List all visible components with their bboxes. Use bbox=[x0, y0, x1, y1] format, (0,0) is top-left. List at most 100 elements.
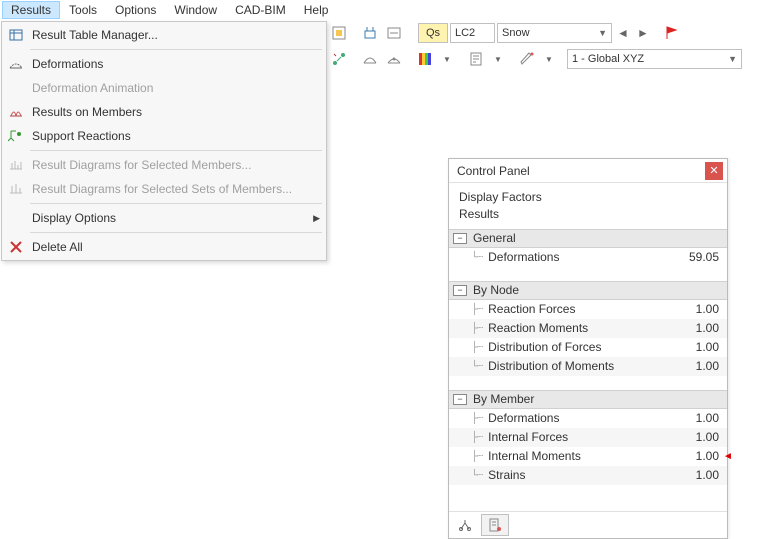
group-header-by-member[interactable]: − By Member bbox=[449, 390, 727, 409]
toolbar-icon-a[interactable] bbox=[328, 22, 350, 44]
row-label: Strains bbox=[486, 468, 671, 482]
toolbar2-dd-1[interactable]: ▼ bbox=[438, 50, 456, 68]
footer-tab-scale[interactable] bbox=[451, 514, 479, 536]
chevron-down-icon: ▼ bbox=[598, 28, 607, 38]
collapse-icon[interactable]: − bbox=[453, 394, 467, 405]
menu-item-label: Deformation Animation bbox=[32, 81, 153, 95]
marker-icon: ◄ bbox=[723, 451, 733, 461]
control-panel: Control Panel ✕ Display Factors Results … bbox=[448, 158, 728, 539]
row-label: Deformations bbox=[486, 250, 671, 264]
chevron-down-icon: ▼ bbox=[728, 54, 737, 64]
footer-tab-filter[interactable] bbox=[481, 514, 509, 536]
row-internal-forces[interactable]: ├┈ Internal Forces 1.00 bbox=[449, 428, 727, 447]
tree-icon: └┈ bbox=[471, 361, 482, 372]
toolbar2-icon-c[interactable] bbox=[383, 48, 405, 70]
panel-subtitle: Display Factors Results bbox=[449, 183, 727, 229]
loadcase-combo[interactable]: LC2 bbox=[450, 23, 495, 43]
menu-item-result-table-manager[interactable]: Result Table Manager... bbox=[2, 23, 326, 47]
row-label: Internal Forces bbox=[486, 430, 671, 444]
menu-separator bbox=[30, 49, 322, 50]
menu-results[interactable]: Results bbox=[2, 1, 60, 19]
panel-sub-line2: Results bbox=[459, 206, 717, 223]
row-value[interactable]: 1.00 bbox=[671, 340, 727, 354]
coord-system-combo[interactable]: 1 - Global XYZ ▼ bbox=[567, 49, 742, 69]
row-value[interactable]: 59.05 bbox=[671, 250, 727, 264]
toolbar2-pen-icon[interactable] bbox=[516, 48, 538, 70]
nav-prev-button[interactable]: ◄ bbox=[614, 24, 632, 42]
group-header-general[interactable]: − General bbox=[449, 229, 727, 248]
collapse-icon[interactable]: − bbox=[453, 233, 467, 244]
close-button[interactable]: ✕ bbox=[705, 162, 723, 180]
tree-icon: └┈ bbox=[471, 470, 482, 481]
deformations-icon bbox=[7, 55, 25, 73]
tree-icon: └┈ bbox=[471, 252, 482, 263]
menu-item-display-options[interactable]: Display Options ▶ bbox=[2, 206, 326, 230]
toolbar2-dd-3[interactable]: ▼ bbox=[540, 50, 558, 68]
row-reaction-moments[interactable]: ├┈ Reaction Moments 1.00 bbox=[449, 319, 727, 338]
toolbar-icon-c[interactable] bbox=[383, 22, 405, 44]
collapse-icon[interactable]: − bbox=[453, 285, 467, 296]
row-dist-forces[interactable]: ├┈ Distribution of Forces 1.00 bbox=[449, 338, 727, 357]
menu-item-delete-all[interactable]: Delete All bbox=[2, 235, 326, 259]
support-reactions-icon bbox=[7, 127, 25, 145]
row-label: Reaction Forces bbox=[486, 302, 671, 316]
row-value[interactable]: 1.00 bbox=[671, 430, 727, 444]
menu-help[interactable]: Help bbox=[295, 1, 338, 19]
tree-icon: ├┈ bbox=[471, 304, 482, 315]
table-manager-icon bbox=[7, 26, 25, 44]
row-value[interactable]: 1.00 bbox=[671, 468, 727, 482]
row-strains[interactable]: └┈ Strains 1.00 bbox=[449, 466, 727, 485]
menu-item-deformation-animation: Deformation Animation bbox=[2, 76, 326, 100]
delete-icon bbox=[7, 238, 25, 256]
menu-item-label: Delete All bbox=[32, 240, 83, 254]
row-dist-moments[interactable]: └┈ Distribution of Moments 1.00 bbox=[449, 357, 727, 376]
menu-cadbim[interactable]: CAD-BIM bbox=[226, 1, 295, 19]
menu-item-label: Display Options bbox=[32, 211, 116, 225]
menu-item-label: Result Diagrams for Selected Sets of Mem… bbox=[32, 182, 292, 196]
menu-item-deformations[interactable]: Deformations bbox=[2, 52, 326, 76]
menu-separator bbox=[30, 150, 322, 151]
row-value[interactable]: 1.00 bbox=[671, 359, 727, 373]
factor-grid: − General └┈ Deformations 59.05 − By Nod… bbox=[449, 229, 727, 485]
group-label: By Node bbox=[473, 283, 727, 297]
toolbar2-icon-b[interactable] bbox=[359, 48, 381, 70]
toolbar2-rainbow-icon[interactable] bbox=[414, 48, 436, 70]
submenu-arrow-icon: ▶ bbox=[313, 213, 320, 224]
menu-item-results-on-members[interactable]: Results on Members bbox=[2, 100, 326, 124]
group-header-by-node[interactable]: − By Node bbox=[449, 281, 727, 300]
row-reaction-forces[interactable]: ├┈ Reaction Forces 1.00 bbox=[449, 300, 727, 319]
row-label: Reaction Moments bbox=[486, 321, 671, 335]
row-value[interactable]: 1.00 bbox=[671, 411, 727, 425]
flag-red-icon[interactable] bbox=[661, 22, 683, 44]
row-label: Distribution of Forces bbox=[486, 340, 671, 354]
row-value[interactable]: 1.00 bbox=[671, 449, 727, 463]
menu-item-support-reactions[interactable]: Support Reactions bbox=[2, 124, 326, 148]
toolbar-icon-b[interactable] bbox=[359, 22, 381, 44]
coord-system-label: 1 - Global XYZ bbox=[572, 53, 644, 65]
qs-button[interactable]: Qs bbox=[418, 23, 448, 43]
row-label: Internal Moments bbox=[486, 449, 671, 463]
row-internal-moments[interactable]: ├┈ Internal Moments 1.00 ◄ bbox=[449, 447, 727, 466]
toolbar2-dd-2[interactable]: ▼ bbox=[489, 50, 507, 68]
row-value[interactable]: 1.00 bbox=[671, 302, 727, 316]
menu-item-label: Result Table Manager... bbox=[32, 28, 158, 42]
group-label: By Member bbox=[473, 392, 727, 406]
menu-item-diagrams-sets: Result Diagrams for Selected Sets of Mem… bbox=[2, 177, 326, 201]
menu-tools[interactable]: Tools bbox=[60, 1, 106, 19]
panel-footer bbox=[449, 511, 727, 538]
row-value[interactable]: 1.00 bbox=[671, 321, 727, 335]
row-member-deformations[interactable]: ├┈ Deformations 1.00 bbox=[449, 409, 727, 428]
menu-item-label: Results on Members bbox=[32, 105, 142, 119]
menu-window[interactable]: Window bbox=[165, 1, 226, 19]
toolbar2-sheet-icon[interactable] bbox=[465, 48, 487, 70]
loadcase-desc-combo[interactable]: Snow▼ bbox=[497, 23, 612, 43]
tree-icon: ├┈ bbox=[471, 432, 482, 443]
nav-next-button[interactable]: ► bbox=[634, 24, 652, 42]
diagram-icon bbox=[7, 156, 25, 174]
group-label: General bbox=[473, 231, 727, 245]
row-general-deformations[interactable]: └┈ Deformations 59.05 bbox=[449, 248, 727, 267]
tree-icon: ├┈ bbox=[471, 342, 482, 353]
menu-options[interactable]: Options bbox=[106, 1, 165, 19]
toolbar2-icon-a[interactable] bbox=[328, 48, 350, 70]
panel-header[interactable]: Control Panel ✕ bbox=[449, 159, 727, 183]
